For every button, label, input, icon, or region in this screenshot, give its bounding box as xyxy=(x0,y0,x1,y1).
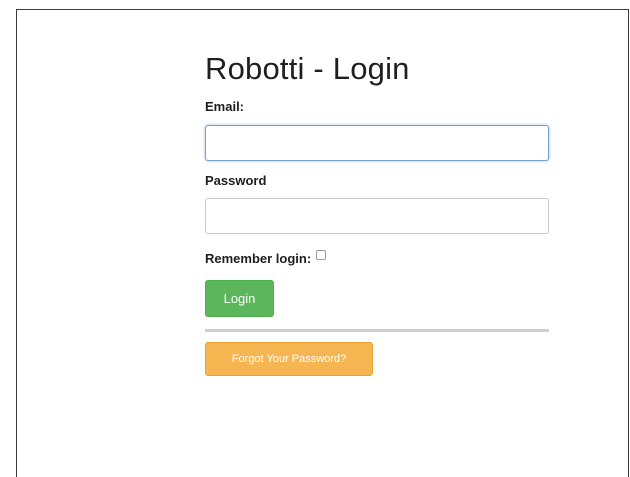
forgot-password-button[interactable]: Forgot Your Password? xyxy=(205,342,373,376)
email-label: Email: xyxy=(205,99,245,114)
login-form: Robotti - Login Email: Password Remember… xyxy=(205,50,549,376)
password-field[interactable] xyxy=(205,198,549,234)
remember-login-row: Remember login: xyxy=(205,249,549,267)
password-label: Password xyxy=(205,173,267,188)
remember-login-label: Remember login: xyxy=(205,250,312,266)
email-field[interactable] xyxy=(205,125,549,161)
page-title: Robotti - Login xyxy=(205,51,410,86)
remember-login-checkbox[interactable] xyxy=(316,250,327,260)
login-button[interactable]: Login xyxy=(205,280,274,317)
divider xyxy=(205,329,549,332)
